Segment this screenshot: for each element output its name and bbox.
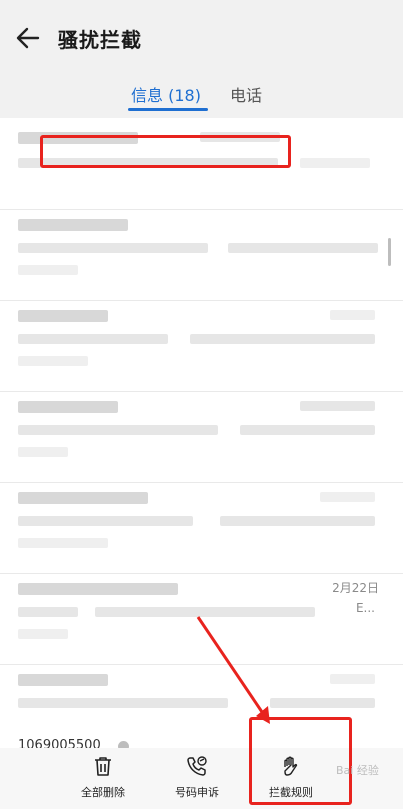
number-appeal-label: 号码申诉 [175,786,219,799]
blocked-message-list[interactable]: 2月22日 E... [0,118,403,748]
scrollbar[interactable] [388,238,391,266]
blurred-text [18,243,208,253]
blurred-text [18,356,88,366]
blurred-sender [18,401,118,413]
list-item[interactable] [0,482,403,574]
active-tab-indicator [128,108,208,111]
blurred-text [330,310,375,320]
tab-messages[interactable]: 信息 (18) [131,82,201,106]
blurred-text [18,516,193,526]
blurred-sender [18,583,178,595]
blurred-sender [18,492,148,504]
blurred-text [330,674,375,684]
blurred-text [300,158,370,168]
blurred-text [95,607,315,617]
message-preview: E... [355,601,375,615]
blurred-text [320,492,375,502]
tab-bar: 信息 (18) 电话 [0,78,403,118]
annotation-highlight-box [40,135,291,168]
page-title: 骚扰拦截 [58,28,142,52]
blurred-text [18,425,218,435]
blurred-text [300,401,375,411]
watermark: Bai 经验 [336,764,379,777]
top-app-bar: 骚扰拦截 [0,0,403,78]
blurred-text [228,243,378,253]
blurred-text [18,629,68,639]
blurred-sender [18,674,108,686]
blurred-text [270,698,375,708]
tab-calls[interactable]: 电话 [230,82,262,106]
blurred-text [240,425,375,435]
trash-icon [95,757,111,776]
blurred-text [18,447,68,457]
list-item[interactable] [0,300,403,392]
blurred-sender [18,219,128,231]
blurred-text [18,607,78,617]
list-item[interactable] [0,391,403,483]
blurred-text [190,334,375,344]
number-appeal-button[interactable]: 号码申诉 [157,748,237,809]
message-date: 2月22日 [332,581,379,595]
blurred-text [18,334,168,344]
list-item[interactable] [0,209,403,301]
delete-all-label: 全部删除 [81,786,125,799]
blurred-text [220,516,375,526]
back-arrow-icon[interactable] [12,22,44,54]
delete-all-button[interactable]: 全部删除 [63,748,143,809]
blurred-sender [18,310,108,322]
annotation-rules-box [249,717,352,805]
blurred-text [18,265,78,275]
list-item[interactable]: 2月22日 E... [0,573,403,665]
blurred-text [18,698,228,708]
phone-check-icon [187,756,207,776]
blurred-text [18,538,108,548]
